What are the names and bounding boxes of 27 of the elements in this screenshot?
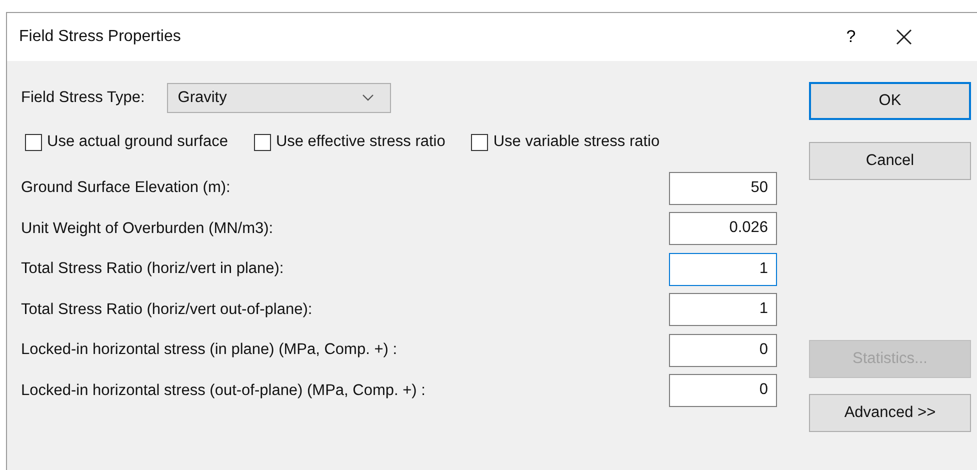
input-field[interactable]: 1: [669, 252, 777, 286]
window-title: Field Stress Properties: [19, 28, 182, 46]
close-icon: [895, 28, 913, 46]
checkbox-label: Use effective stress ratio: [276, 133, 446, 151]
input-field[interactable]: 50: [669, 172, 777, 205]
dialog-button[interactable]: Cancel: [809, 142, 971, 180]
input-field[interactable]: 0: [669, 334, 777, 367]
checkbox[interactable]: [254, 134, 271, 150]
field-label: Ground Surface Elevation (m):: [21, 179, 230, 198]
input-field[interactable]: 0: [669, 374, 777, 408]
checkbox[interactable]: [25, 134, 42, 150]
checkbox-label: Use variable stress ratio: [493, 133, 660, 151]
stress-type-dropdown[interactable]: Gravity: [166, 83, 391, 113]
checkbox-label: Use actual ground surface: [47, 133, 228, 151]
field-label: Field Stress Type:: [21, 89, 145, 107]
input-field[interactable]: 1: [669, 293, 777, 326]
dialog-button[interactable]: Advanced >>: [809, 394, 971, 432]
field-label: Total Stress Ratio (horiz/vert out-of-plane):: [21, 300, 312, 319]
field-label: Locked-in horizontal stress (in plane) (MPa, Comp. +) :: [21, 341, 398, 360]
input-field[interactable]: 0.026: [669, 212, 777, 246]
help-button[interactable]: ?: [826, 27, 876, 47]
dialog-button[interactable]: OK: [809, 82, 971, 120]
field-label: Unit Weight of Overburden (MN/m3):: [21, 220, 274, 238]
field-label: Total Stress Ratio (horiz/vert in plane):: [21, 260, 284, 278]
field-label: Locked-in horizontal stress (out-of-plane) (MPa, Comp. +) :: [21, 382, 426, 400]
chevron-icon: [362, 94, 374, 102]
checkbox[interactable]: [471, 134, 488, 150]
